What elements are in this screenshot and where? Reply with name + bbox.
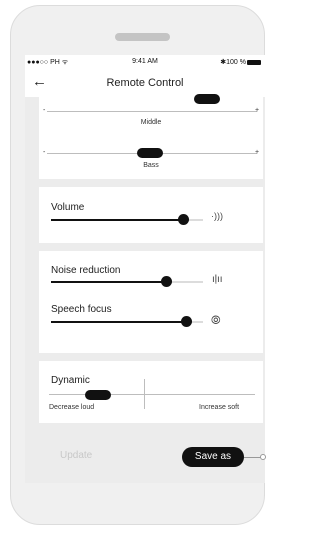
app-screen: ●●●○○ PH ᯤ 9:41 AM ✱100 % ← Remote Contr… (25, 55, 265, 483)
speaker-waves-icon: ·))) (211, 211, 223, 221)
middle-plus-label: + (255, 107, 260, 114)
middle-label: Middle (140, 119, 162, 126)
noise-reduction-label: Noise reduction (51, 265, 121, 276)
volume-thumb[interactable] (178, 214, 189, 225)
speech-focus-fill (51, 321, 187, 323)
update-button[interactable]: Update (60, 450, 92, 461)
bass-plus-label: + (255, 149, 260, 156)
bass-label: Bass (143, 162, 159, 169)
middle-minus-label: - (43, 107, 46, 114)
page-title: Remote Control (106, 77, 184, 89)
save-as-button[interactable]: Save as (182, 447, 244, 467)
phone-speaker (115, 33, 170, 41)
dynamic-center-tick (144, 379, 145, 409)
noise-reduction-thumb[interactable] (161, 276, 172, 287)
speech-focus-label: Speech focus (51, 304, 112, 315)
status-bar: ●●●○○ PH ᯤ 9:41 AM ✱100 % (25, 55, 265, 69)
battery-icon (247, 59, 261, 65)
decrease-loud-label: Decrease loud (49, 404, 95, 411)
dynamic-track[interactable] (49, 394, 255, 395)
hearing-focus-card: Noise reduction ıļıı Speech focus ⦾ (39, 251, 263, 353)
noise-bars-icon: ıļıı (212, 274, 223, 285)
volume-label: Volume (51, 202, 85, 213)
navigation-bar: ← Remote Control (25, 69, 265, 97)
battery-status: ✱100 % (220, 58, 261, 66)
noise-reduction-slider[interactable] (51, 281, 203, 283)
bass-minus-label: - (43, 149, 46, 156)
bass-thumb[interactable] (137, 148, 163, 158)
dynamic-thumb[interactable] (85, 390, 111, 400)
increase-soft-label: Increase soft (199, 404, 240, 411)
speech-focus-thumb[interactable] (181, 316, 192, 327)
dynamic-card: Dynamic Decrease loud Increase soft (39, 361, 263, 423)
speech-focus-icon: ⦾ (211, 313, 221, 327)
dynamic-label: Dynamic (51, 375, 90, 386)
equalizer-card: - + Middle - + Bass (39, 94, 263, 179)
middle-track[interactable] (47, 111, 257, 112)
volume-fill (51, 219, 184, 221)
callout-marker (260, 454, 266, 460)
middle-thumb[interactable] (194, 94, 220, 104)
volume-card: Volume ·))) (39, 187, 263, 243)
noise-reduction-fill (51, 281, 167, 283)
